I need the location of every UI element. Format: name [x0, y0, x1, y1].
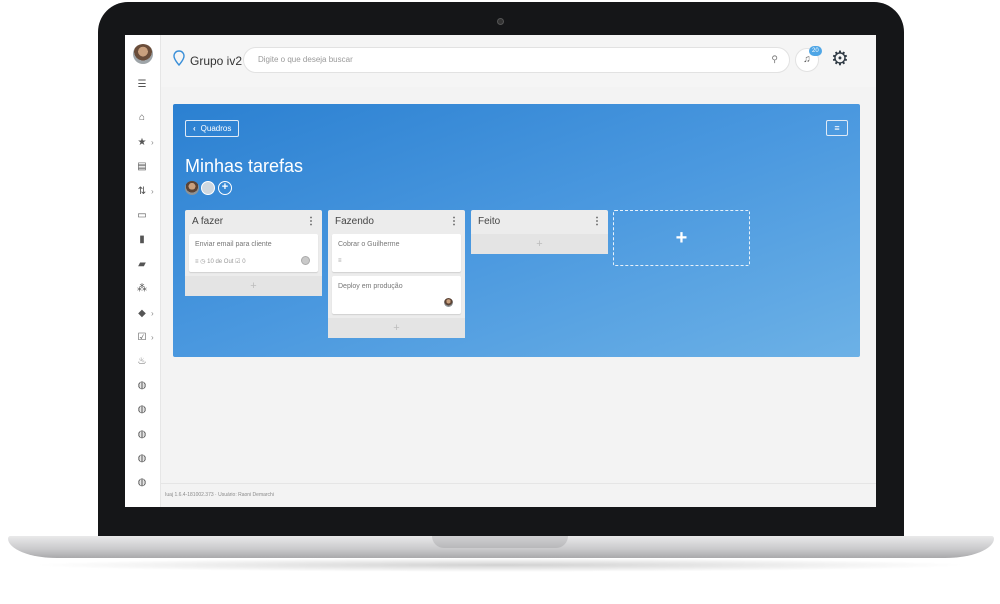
- checklist-icon: ☑: [235, 259, 241, 265]
- swap-icon[interactable]: ⇅: [135, 185, 149, 199]
- more-vert-icon[interactable]: ⋮: [449, 210, 459, 234]
- card-title: Enviar email para cliente: [195, 241, 272, 248]
- home-icon[interactable]: ⌂: [135, 111, 149, 125]
- fire-icon[interactable]: ♨: [135, 355, 149, 369]
- chevron-right-icon: ›: [151, 333, 154, 342]
- task-card[interactable]: Deploy em produção: [332, 276, 461, 314]
- add-card-button[interactable]: +: [328, 318, 465, 338]
- kanban-board: ‹ Quadros ≡ Minhas tarefas + A fazer ⋮ En…: [173, 104, 860, 357]
- globe-icon[interactable]: ◍: [135, 403, 149, 417]
- more-vert-icon[interactable]: ⋮: [592, 210, 602, 234]
- board-menu-button[interactable]: ≡: [826, 120, 848, 136]
- list-header: Feito ⋮: [471, 210, 608, 234]
- list-feito: Feito ⋮ +: [471, 210, 608, 254]
- webcam: [497, 18, 504, 25]
- list-header: Fazendo ⋮: [328, 210, 465, 234]
- chat-icon[interactable]: ▰: [135, 258, 149, 272]
- location-pin-icon: [173, 50, 185, 66]
- task-card[interactable]: Enviar email para cliente ≡ ◷ 10 de Out …: [189, 234, 318, 272]
- card-checklist-count: 0: [242, 259, 246, 265]
- app-screen: ☰ ⌂ ★ › ▤ ⇅ › ▭ ▮ ▰ ⁂ ◆ › ☑ › ♨ ◍ ◍ ◍ ◍ …: [125, 35, 876, 507]
- laptop-notch: [432, 536, 568, 548]
- footer: Iuaj 1.6.4-181002.373 · Usuário: Raoni D…: [161, 483, 876, 507]
- list-fazendo: Fazendo ⋮ Cobrar o Guilherme ≡ Deploy em…: [328, 210, 465, 338]
- back-to-boards-button[interactable]: ‹ Quadros: [185, 120, 240, 137]
- member-avatar[interactable]: [185, 181, 199, 195]
- list-header: A fazer ⋮: [185, 210, 322, 234]
- clipboard-check-icon[interactable]: ☑: [135, 331, 149, 345]
- brand-name[interactable]: Grupo iv2: [190, 54, 242, 68]
- footer-version-text: Iuaj 1.6.4-181002.373 · Usuário: Raoni D…: [165, 492, 274, 498]
- trash-icon[interactable]: ▮: [135, 233, 149, 247]
- clock-icon: ◷: [200, 259, 206, 265]
- board-title: Minhas tarefas: [185, 156, 304, 176]
- card-meta: ≡ ◷ 10 de Out ☑ 0: [195, 258, 246, 265]
- task-card[interactable]: Cobrar o Guilherme ≡: [332, 234, 461, 272]
- school-icon[interactable]: ◆: [135, 307, 149, 321]
- card-assignee-avatar: [301, 256, 310, 265]
- list-title: A fazer: [192, 216, 224, 227]
- description-icon: ≡: [195, 259, 199, 265]
- card-meta: ≡: [338, 258, 342, 264]
- top-bar: Grupo iv2 Digite o que deseja buscar ⚲ ♫…: [161, 35, 876, 87]
- add-card-button[interactable]: +: [185, 276, 322, 296]
- notification-badge: 20: [809, 46, 822, 56]
- search-icon[interactable]: ⚲: [771, 54, 778, 65]
- globe-icon[interactable]: ◍: [135, 379, 149, 393]
- laptop-mockup: ☰ ⌂ ★ › ▤ ⇅ › ▭ ▮ ▰ ⁂ ◆ › ☑ › ♨ ◍ ◍ ◍ ◍ …: [0, 0, 1000, 604]
- hamburger-icon: ≡: [834, 123, 840, 133]
- book-icon[interactable]: ▤: [135, 160, 149, 174]
- search-input[interactable]: Digite o que deseja buscar ⚲: [243, 47, 790, 73]
- list-a-fazer: A fazer ⋮ Enviar email para cliente ≡ ◷ …: [185, 210, 322, 296]
- laptop-shadow: [30, 558, 970, 572]
- card-title: Deploy em produção: [338, 283, 403, 290]
- back-label: Quadros: [200, 124, 232, 133]
- card-title: Cobrar o Guilherme: [338, 241, 400, 248]
- list-title: Fazendo: [335, 216, 374, 227]
- monitor-icon[interactable]: ▭: [135, 209, 149, 223]
- globe-icon[interactable]: ◍: [135, 452, 149, 466]
- star-icon[interactable]: ★: [135, 136, 149, 150]
- more-vert-icon[interactable]: ⋮: [306, 210, 316, 234]
- add-card-button[interactable]: +: [471, 234, 608, 254]
- add-member-button[interactable]: +: [218, 181, 232, 195]
- card-due-date: 10 de Out: [207, 259, 234, 265]
- sidebar: ☰ ⌂ ★ › ▤ ⇅ › ▭ ▮ ▰ ⁂ ◆ › ☑ › ♨ ◍ ◍ ◍ ◍ …: [125, 35, 161, 507]
- menu-icon[interactable]: ☰: [135, 78, 149, 92]
- chevron-right-icon: ›: [151, 138, 154, 147]
- chevron-right-icon: ›: [151, 309, 154, 318]
- chevron-left-icon: ‹: [193, 124, 196, 133]
- gear-icon[interactable]: ⚙: [829, 48, 851, 70]
- globe-icon[interactable]: ◍: [135, 476, 149, 490]
- chevron-right-icon: ›: [151, 187, 154, 196]
- people-icon[interactable]: ⁂: [135, 282, 149, 296]
- card-assignee-avatar: [444, 298, 453, 307]
- search-placeholder: Digite o que deseja buscar: [258, 55, 353, 64]
- member-avatar[interactable]: [201, 181, 215, 195]
- list-title: Feito: [478, 216, 501, 227]
- description-icon: ≡: [338, 258, 342, 264]
- add-list-button[interactable]: +: [613, 210, 750, 266]
- globe-icon[interactable]: ◍: [135, 428, 149, 442]
- user-avatar[interactable]: [133, 44, 153, 64]
